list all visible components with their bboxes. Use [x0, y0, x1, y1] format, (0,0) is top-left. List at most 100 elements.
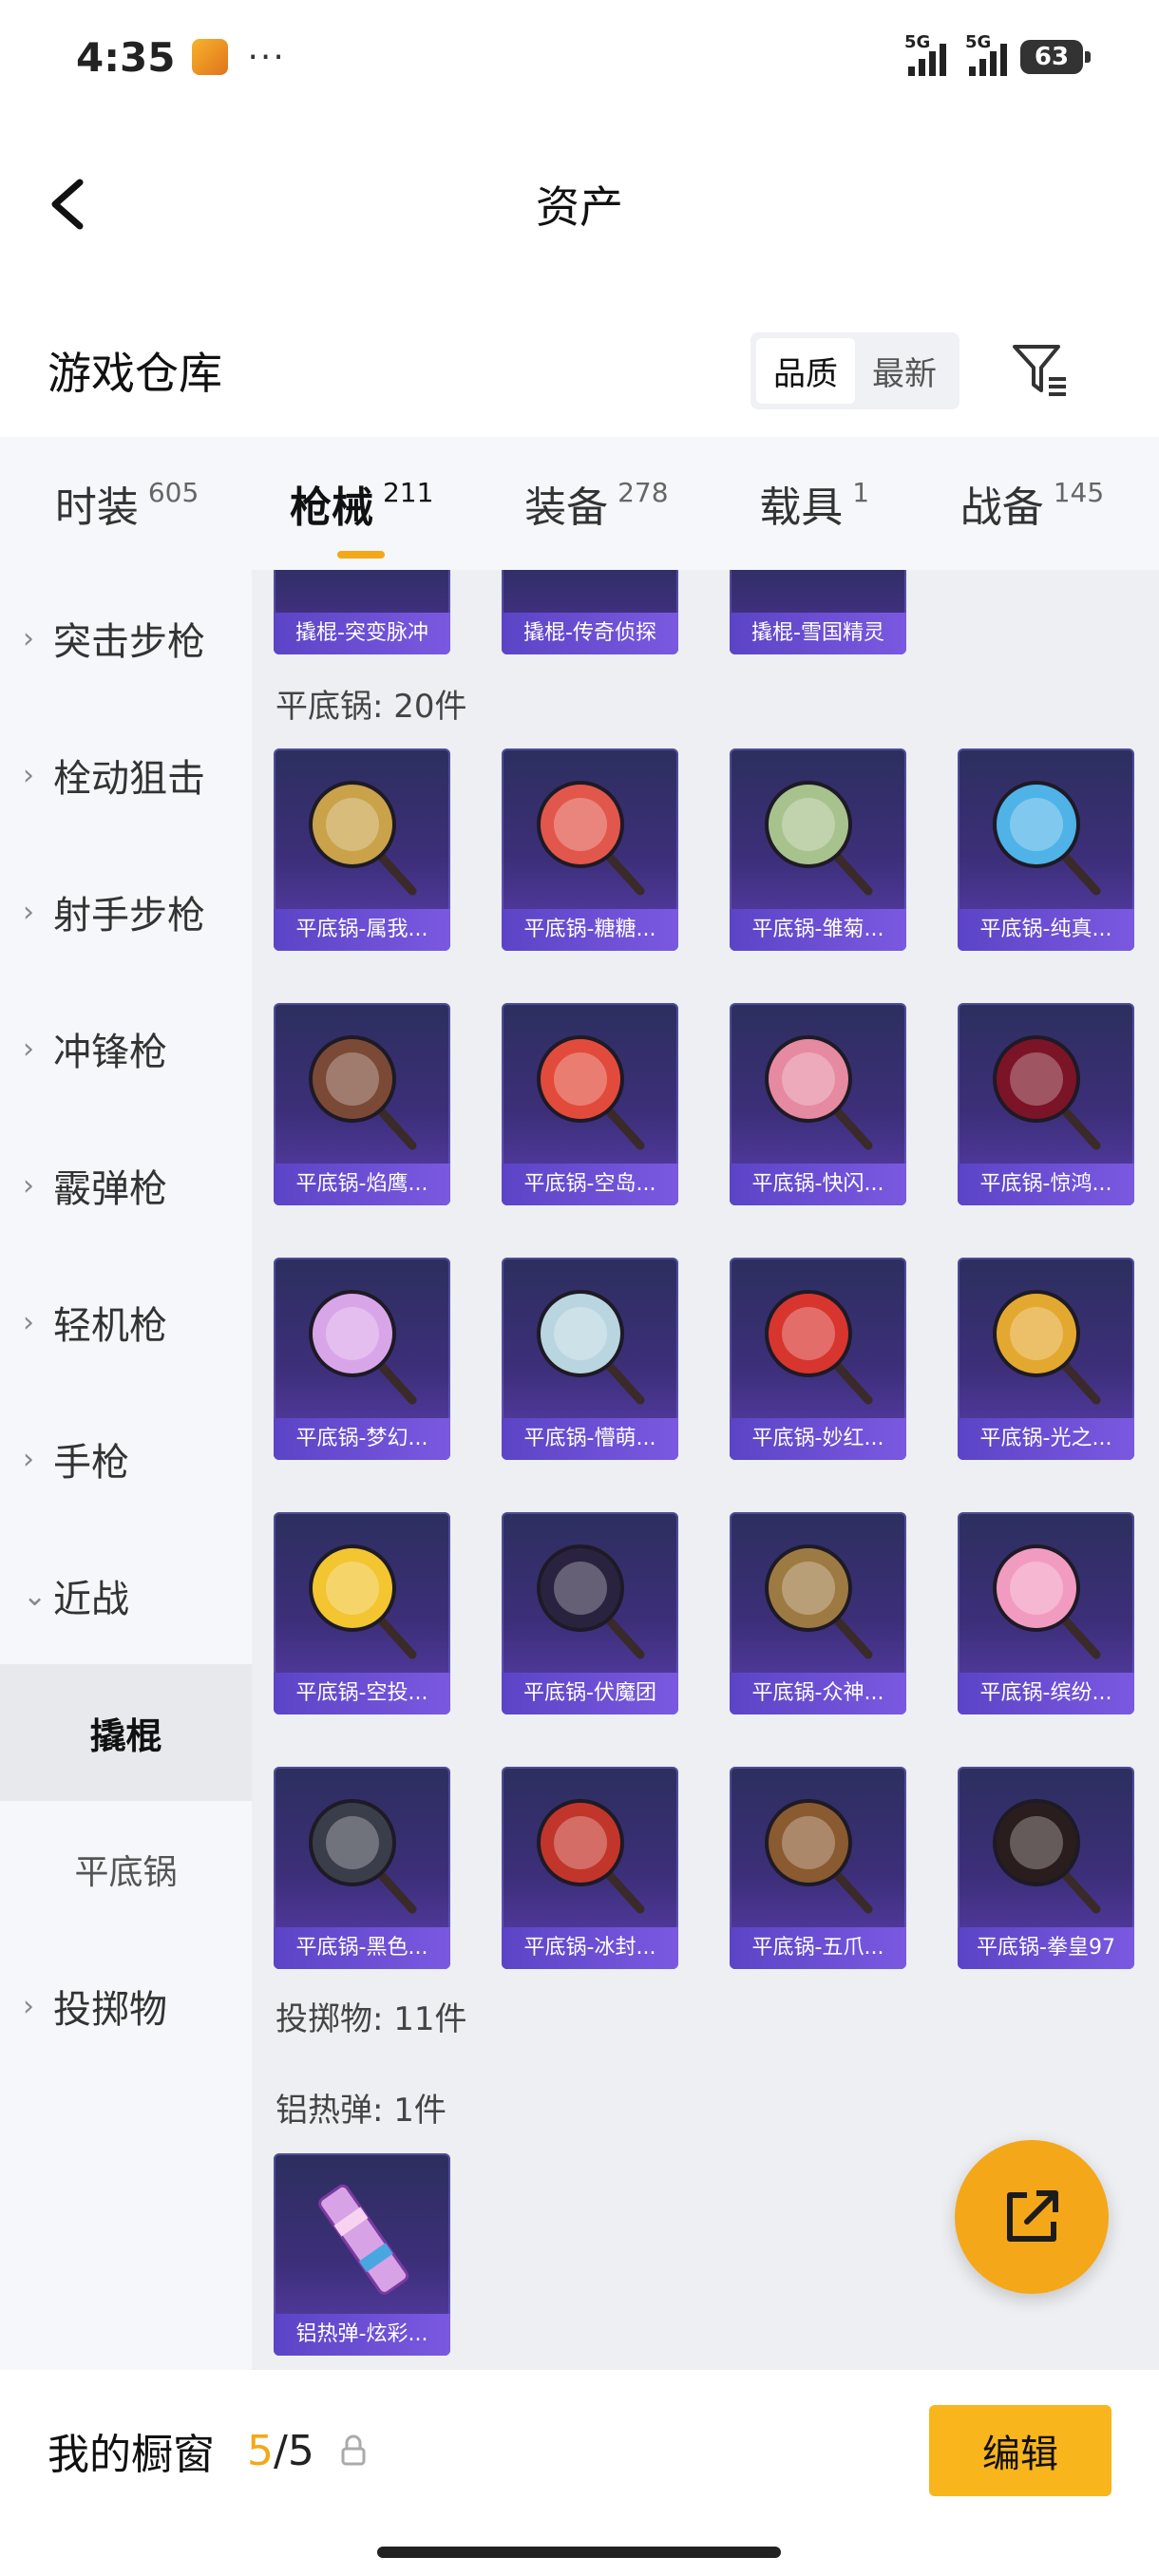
frying-pan-icon	[993, 1035, 1101, 1150]
item-card[interactable]: 平底锅-糖糖...	[502, 748, 678, 951]
battery-level: 63	[1034, 43, 1070, 71]
status-time: 4:35	[76, 33, 176, 81]
home-indicator[interactable]	[377, 2547, 781, 2558]
tab-fashion[interactable]: 时装 605	[55, 473, 199, 534]
sidebar-subitem-crowbar[interactable]: 撬棍	[0, 1664, 252, 1801]
item-label: 平底锅-懵萌...	[502, 1418, 678, 1460]
sidebar-subitem-pan[interactable]: 平底锅	[0, 1801, 252, 1938]
item-card[interactable]: 平底锅-梦幻...	[274, 1258, 450, 1460]
sidebar-item-lmg[interactable]: › 轻机枪	[0, 1254, 252, 1391]
warehouse-header: 游戏仓库 品质 最新	[0, 313, 1159, 427]
item-card[interactable]: 撬棍-雪国精灵	[730, 570, 906, 654]
item-card[interactable]: 平底锅-空岛...	[502, 1003, 678, 1205]
tab-vehicles[interactable]: 载具 1	[759, 473, 869, 534]
showcase-current: 5	[247, 2426, 274, 2475]
section-header-throwables: 投掷物: 11件	[276, 2000, 467, 2038]
showcase-title: 我的橱窗	[48, 2431, 215, 2479]
item-label: 撬棍-雪国精灵	[730, 613, 906, 654]
network-type-label: 5G	[965, 32, 992, 52]
item-card[interactable]: 平底锅-冰封...	[502, 1767, 678, 1969]
item-card[interactable]: 平底锅-懵萌...	[502, 1258, 678, 1460]
item-card[interactable]: 平底锅-雏菊...	[730, 748, 906, 951]
showcase-separator: /	[274, 2426, 288, 2475]
sidebar-item-label: 霰弹枪	[53, 1167, 167, 1211]
showcase-bar: 我的橱窗 5/5 编辑	[0, 2370, 1159, 2531]
frying-pan-icon	[309, 1544, 417, 1659]
filter-icon	[1013, 345, 1066, 396]
item-card[interactable]: 平底锅-纯真...	[958, 748, 1134, 951]
item-label: 平底锅-光之...	[958, 1418, 1134, 1460]
warehouse-title: 游戏仓库	[48, 348, 222, 399]
sort-newest-button[interactable]: 最新	[855, 338, 954, 404]
tab-equipment[interactable]: 装备 278	[524, 473, 668, 534]
item-card[interactable]: 铝热弹-炫彩...	[274, 2153, 450, 2356]
item-card[interactable]: 平底锅-惊鸿...	[958, 1003, 1134, 1205]
filter-button[interactable]	[1007, 337, 1074, 404]
tab-label: 战备	[960, 483, 1044, 532]
back-button[interactable]	[38, 171, 104, 237]
sidebar-item-assault-rifle[interactable]: › 突击步枪	[0, 570, 252, 707]
tab-count: 145	[1053, 477, 1105, 508]
frying-pan-icon	[765, 1290, 873, 1405]
external-link-icon	[1007, 2190, 1058, 2242]
tab-combat-gear[interactable]: 战备 145	[960, 473, 1104, 534]
frying-pan-icon	[537, 1290, 645, 1405]
sort-quality-button[interactable]: 品质	[756, 337, 855, 404]
item-card[interactable]: 平底锅-缤纷...	[958, 1512, 1134, 1714]
item-card[interactable]: 平底锅-众神...	[730, 1512, 906, 1714]
item-card[interactable]: 平底锅-妙红...	[730, 1258, 906, 1460]
item-label: 平底锅-拳皇97	[958, 1927, 1134, 1969]
item-label: 平底锅-冰封...	[502, 1927, 678, 1969]
tab-count: 278	[618, 477, 669, 508]
item-label: 平底锅-快闪...	[730, 1164, 906, 1205]
item-card[interactable]: 撬棍-传奇侦探	[502, 570, 678, 654]
tab-count: 605	[147, 477, 200, 508]
sidebar-item-smg[interactable]: › 冲锋枪	[0, 980, 252, 1117]
chevron-right-icon: ›	[23, 895, 34, 929]
tab-firearms[interactable]: 枪械 211	[290, 473, 434, 559]
sidebar-item-bolt-sniper[interactable]: › 栓动狙击	[0, 707, 252, 843]
item-card[interactable]: 平底锅-伏魔团	[502, 1512, 678, 1714]
item-label: 平底锅-五爪...	[730, 1927, 906, 1969]
item-card[interactable]: 平底锅-快闪...	[730, 1003, 906, 1205]
chevron-left-icon	[51, 179, 84, 230]
item-card[interactable]: 平底锅-拳皇97	[958, 1767, 1134, 1969]
share-button[interactable]	[955, 2140, 1109, 2294]
active-tab-indicator	[336, 551, 385, 559]
frying-pan-icon	[765, 1799, 873, 1914]
more-notifications-icon: ···	[247, 37, 286, 77]
chevron-right-icon: ›	[23, 1989, 34, 2023]
item-card[interactable]: 平底锅-焰鹰...	[274, 1003, 450, 1205]
page-title: 资产	[536, 181, 623, 233]
item-label: 平底锅-黑色...	[274, 1927, 450, 1969]
frying-pan-icon	[309, 1290, 417, 1405]
sidebar-item-label: 轻机枪	[53, 1304, 167, 1348]
chevron-right-icon: ›	[23, 621, 34, 655]
frying-pan-icon	[993, 1290, 1101, 1405]
item-card[interactable]: 平底锅-五爪...	[730, 1767, 906, 1969]
item-label: 撬棍-传奇侦探	[502, 613, 678, 654]
item-label: 平底锅-焰鹰...	[274, 1164, 450, 1205]
item-card[interactable]: 平底锅-属我...	[274, 748, 450, 951]
sidebar-item-throwables[interactable]: › 投掷物	[0, 1938, 252, 2074]
weapon-category-sidebar: › 突击步枪 › 栓动狙击 › 射手步枪 › 冲锋枪 › 霰弹枪 › 轻机枪 ›…	[0, 570, 252, 2370]
tab-count: 211	[382, 477, 434, 508]
sidebar-item-pistol[interactable]: › 手枪	[0, 1391, 252, 1527]
item-card[interactable]: 平底锅-空投...	[274, 1512, 450, 1714]
edit-button[interactable]: 编辑	[929, 2405, 1112, 2496]
sidebar-item-label: 平底锅	[74, 1853, 178, 1892]
frying-pan-icon	[765, 1035, 873, 1150]
item-card[interactable]: 撬棍-突变脉冲	[274, 570, 450, 654]
sidebar-item-shotgun[interactable]: › 霰弹枪	[0, 1117, 252, 1254]
frying-pan-icon	[765, 781, 873, 896]
sidebar-item-marksman-rifle[interactable]: › 射手步枪	[0, 843, 252, 980]
section-header-pan: 平底锅: 20件	[276, 688, 467, 726]
item-card[interactable]: 平底锅-黑色...	[274, 1767, 450, 1969]
frying-pan-icon	[993, 781, 1101, 896]
frying-pan-icon	[537, 1544, 645, 1659]
sidebar-item-label: 手枪	[53, 1441, 129, 1485]
showcase-total: 5	[287, 2426, 314, 2475]
signal-icon: 5G	[904, 32, 946, 76]
item-card[interactable]: 平底锅-光之...	[958, 1258, 1134, 1460]
sidebar-item-melee[interactable]: ⌄ 近战	[0, 1527, 252, 1664]
